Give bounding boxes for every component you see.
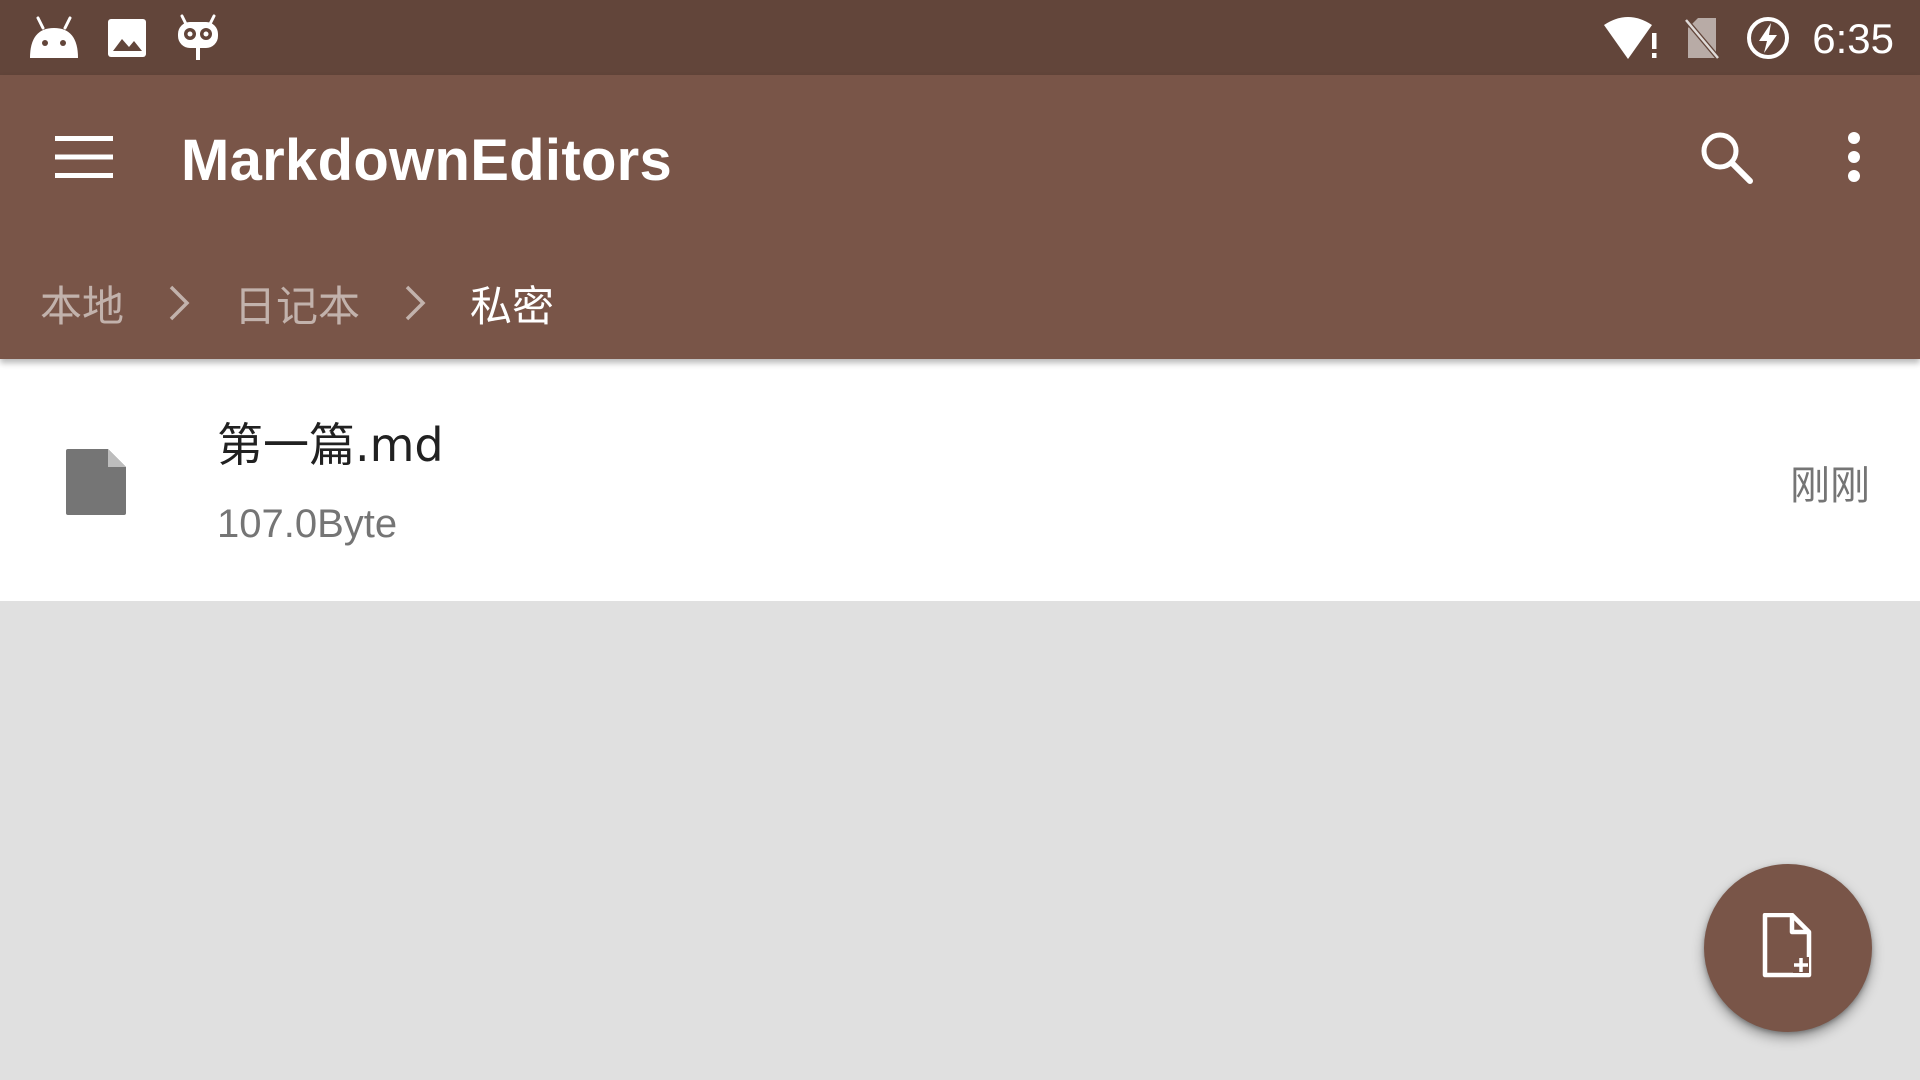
search-button[interactable] [1686,119,1766,199]
file-list: 第一篇.md 107.0Byte 刚刚 [0,359,1920,601]
menu-icon [55,136,113,182]
new-file-icon [1762,912,1814,983]
more-options-button[interactable] [1814,119,1894,199]
wifi-alert-icon [1602,14,1660,62]
file-modified-time: 刚刚 [1790,463,1870,509]
breadcrumb-item-diary[interactable]: 日记本 [234,273,360,334]
search-icon [1698,129,1754,189]
no-sim-icon [1682,14,1722,62]
chevron-right-icon [360,283,470,323]
file-size: 107.0Byte [217,502,398,546]
image-icon [106,14,148,62]
more-vert-icon [1846,131,1862,187]
file-name: 第一篇.md [217,418,444,472]
android-icon [28,14,80,62]
list-item[interactable]: 第一篇.md 107.0Byte 刚刚 [0,359,1920,601]
breadcrumb-item-local[interactable]: 本地 [40,273,124,334]
chevron-right-icon [124,283,234,323]
status-bar: 6:35 [0,0,1920,75]
breadcrumb-item-private[interactable]: 私密 [470,273,554,334]
battery-charging-icon [1744,14,1792,62]
app-title: MarkdownEditors [181,128,673,193]
breadcrumb: 本地 日记本 私密 [40,263,554,343]
status-time: 6:35 [1812,15,1894,62]
app-toolbar: MarkdownEditors 本地 日记本 私密 [0,75,1920,359]
cyanogen-mascot-icon [176,14,220,62]
new-file-button[interactable] [1704,864,1872,1032]
file-icon [66,449,126,519]
menu-button[interactable] [44,119,124,199]
